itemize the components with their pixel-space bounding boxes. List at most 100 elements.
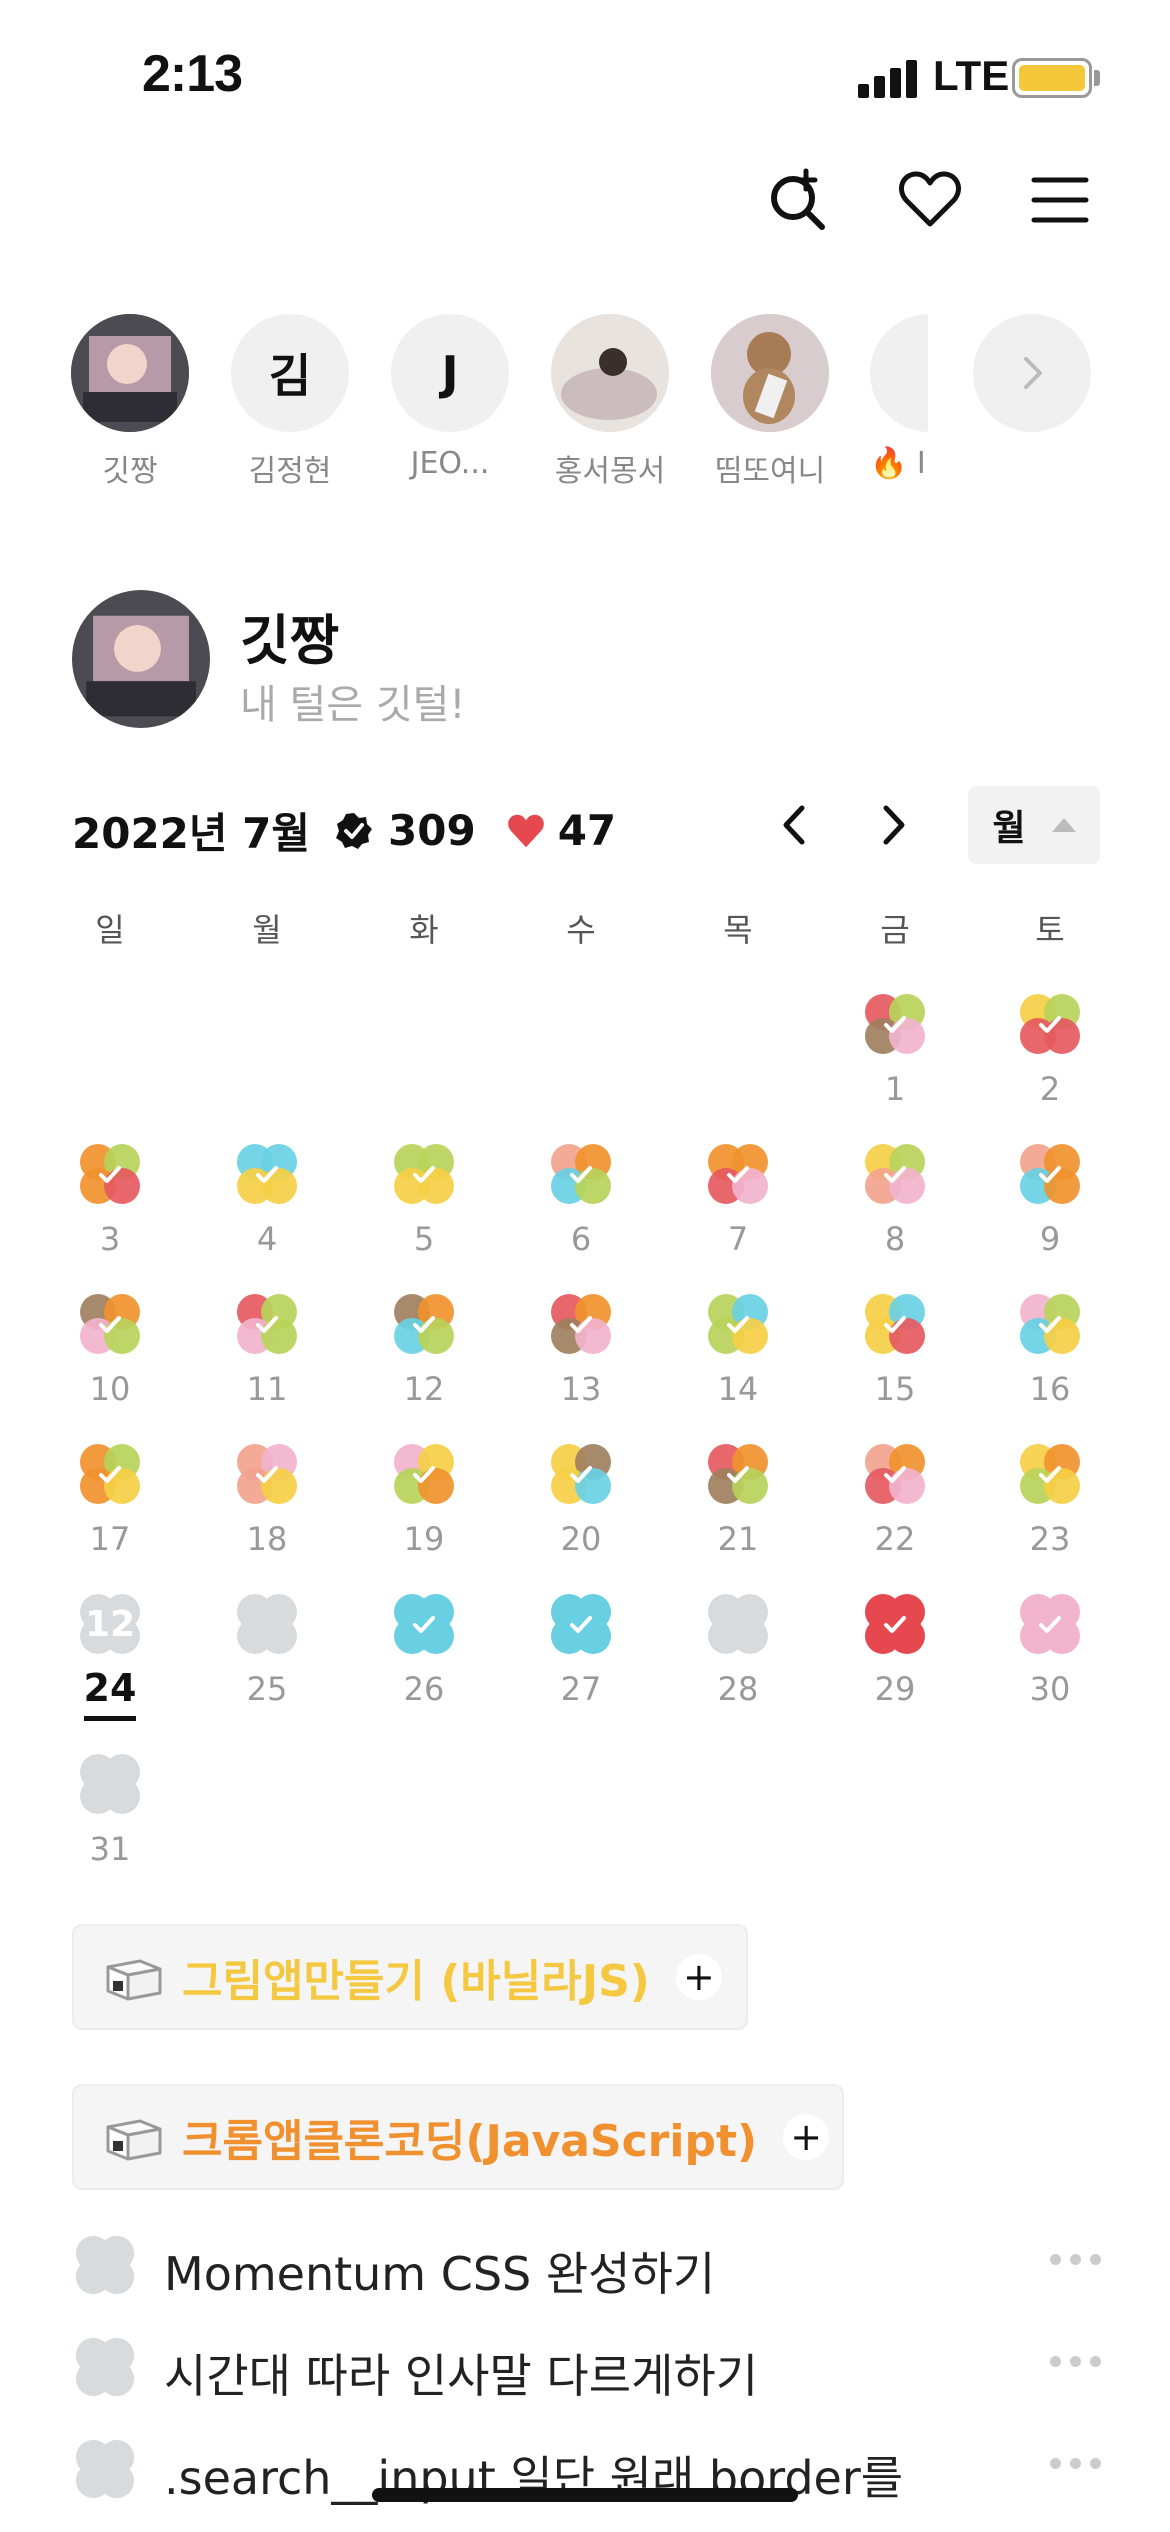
calendar-day-17[interactable]: 17 (70, 1440, 150, 1570)
profile-bio: 내 털은 깃털! (240, 682, 466, 728)
calendar-day-22[interactable]: 22 (855, 1440, 935, 1570)
box-icon (106, 2119, 162, 2161)
day-number: 31 (89, 1830, 131, 1868)
friend-item[interactable]: 홍서몽서 (550, 314, 670, 490)
more-options-icon[interactable] (1050, 2254, 1102, 2268)
day-number: 25 (246, 1670, 288, 1708)
calendar-day-25[interactable]: 25 (227, 1590, 307, 1720)
day-clover-icon (1020, 994, 1080, 1054)
todo-text: Momentum CSS 완성하기 (164, 2247, 716, 2301)
todo-item[interactable]: Momentum CSS 완성하기 (72, 2226, 1102, 2306)
calendar-day-20[interactable]: 20 (541, 1440, 621, 1570)
day-clover-icon (237, 1294, 297, 1354)
calendar-day-12[interactable]: 12 (384, 1290, 464, 1420)
search-plus-icon[interactable] (766, 168, 830, 232)
calendar-day-14[interactable]: 14 (698, 1290, 778, 1420)
day-number: 10 (89, 1370, 131, 1408)
calendar-day-29[interactable]: 29 (855, 1590, 935, 1720)
day-number: 15 (874, 1370, 916, 1408)
add-todo-button[interactable]: + (783, 2114, 830, 2160)
profile-avatar[interactable] (72, 590, 210, 728)
day-number: 2 (1039, 1070, 1061, 1108)
weekday-label: 화 (409, 911, 439, 949)
todo-checkbox[interactable] (72, 2334, 138, 2400)
goal-chip[interactable]: 그림앱만들기 (바닐라JS) + (72, 1924, 748, 2030)
day-clover-icon (551, 1294, 611, 1354)
goal-chip[interactable]: 크롬앱클론코딩(JavaScript) + (72, 2084, 844, 2190)
profile-name: 깃짱 (240, 609, 340, 672)
calendar-day-13[interactable]: 13 (541, 1290, 621, 1420)
day-number: 8 (884, 1220, 906, 1258)
more-options-icon[interactable] (1050, 2356, 1102, 2370)
calendar-day-28[interactable]: 28 (698, 1590, 778, 1720)
day-number: 6 (570, 1220, 592, 1258)
todo-item[interactable]: 시간대 따라 인사말 다르게하기 (72, 2328, 1102, 2408)
avatar (711, 314, 829, 432)
menu-icon[interactable] (1028, 168, 1092, 232)
day-clover-icon (1020, 1594, 1080, 1654)
todo-checkbox[interactable] (72, 2232, 138, 2298)
day-clover-icon (708, 1294, 768, 1354)
day-number: 14 (717, 1370, 759, 1408)
calendar-day-27[interactable]: 27 (541, 1590, 621, 1720)
day-number: 9 (1039, 1220, 1061, 1258)
battery-nub (1094, 70, 1100, 86)
day-clover-icon (865, 994, 925, 1054)
friend-name: 김정현 (248, 454, 332, 489)
prev-month-button[interactable] (770, 800, 820, 850)
calendar-day-7[interactable]: 7 (698, 1140, 778, 1270)
next-month-button[interactable] (868, 800, 918, 850)
todo-checkbox[interactable] (72, 2436, 138, 2502)
day-number: 16 (1029, 1370, 1071, 1408)
friend-item[interactable]: 🔥 🔥 I (870, 314, 928, 481)
day-clover-icon (80, 1444, 140, 1504)
friend-name: JEO... (410, 446, 490, 481)
calendar-day-11[interactable]: 11 (227, 1290, 307, 1420)
day-clover-icon (80, 1144, 140, 1204)
day-clover-icon (80, 1294, 140, 1354)
triangle-up-icon (1051, 818, 1076, 832)
day-clover-icon (865, 1594, 925, 1654)
weekday-label: 수 (566, 911, 596, 949)
day-number: 7 (727, 1220, 749, 1258)
avatar (71, 314, 189, 432)
calendar-day-3[interactable]: 3 (70, 1140, 150, 1270)
calendar-day-15[interactable]: 15 (855, 1290, 935, 1420)
calendar-day-23[interactable]: 23 (1010, 1440, 1090, 1570)
calendar-day-31[interactable]: 31 (70, 1750, 150, 1880)
day-number: 21 (717, 1520, 759, 1558)
friend-item[interactable]: 깃짱 (70, 314, 190, 490)
heart-icon[interactable] (898, 168, 962, 232)
friend-item[interactable]: 띰또여니 (710, 314, 830, 490)
calendar-day-10[interactable]: 10 (70, 1290, 150, 1420)
more-options-icon[interactable] (1050, 2458, 1102, 2472)
calendar-day-24[interactable]: 12 24 (70, 1590, 150, 1721)
friend-item[interactable]: 김 김정현 (230, 314, 350, 490)
day-number: 24 (83, 1666, 137, 1710)
calendar-day-1[interactable]: 1 (855, 990, 935, 1120)
friend-item[interactable]: J JEO... (390, 314, 510, 481)
calendar-day-8[interactable]: 8 (855, 1140, 935, 1270)
day-number: 22 (874, 1520, 916, 1558)
add-todo-button[interactable]: + (675, 1954, 722, 2000)
calendar-day-5[interactable]: 5 (384, 1140, 464, 1270)
calendar-day-6[interactable]: 6 (541, 1140, 621, 1270)
friends-next-button[interactable] (972, 314, 1092, 432)
calendar-day-26[interactable]: 26 (384, 1590, 464, 1720)
day-number: 1 (884, 1070, 906, 1108)
day-number: 23 (1029, 1520, 1071, 1558)
view-toggle-button[interactable]: 월 (968, 786, 1100, 864)
day-number: 11 (246, 1370, 288, 1408)
calendar-day-18[interactable]: 18 (227, 1440, 307, 1570)
calendar-day-4[interactable]: 4 (227, 1140, 307, 1270)
day-clover-icon (551, 1144, 611, 1204)
day-clover-icon (80, 1754, 140, 1814)
calendar-day-30[interactable]: 30 (1010, 1590, 1090, 1720)
friend-name: 🔥 I (870, 446, 926, 481)
calendar-day-2[interactable]: 2 (1010, 990, 1090, 1120)
weekday-label: 금 (880, 911, 910, 949)
calendar-day-21[interactable]: 21 (698, 1440, 778, 1570)
calendar-day-19[interactable]: 19 (384, 1440, 464, 1570)
calendar-day-16[interactable]: 16 (1010, 1290, 1090, 1420)
calendar-day-9[interactable]: 9 (1010, 1140, 1090, 1270)
